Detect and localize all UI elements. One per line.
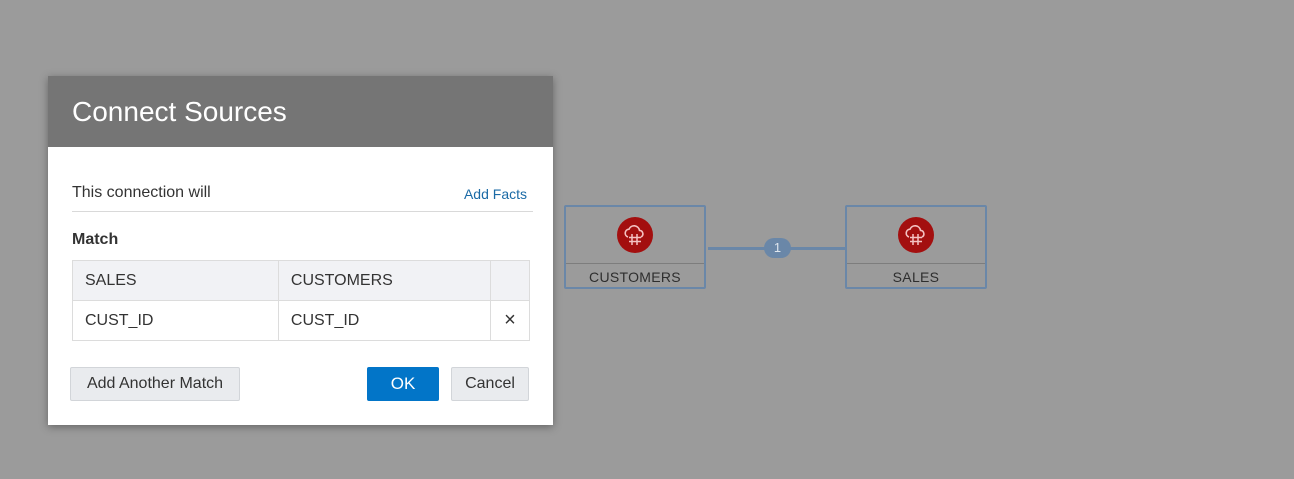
source-node-customers[interactable]: CUSTOMERS <box>564 205 706 289</box>
ok-button[interactable]: OK <box>367 367 439 401</box>
node-icon-area <box>847 207 985 264</box>
node-label: SALES <box>892 269 940 285</box>
column-header-actions <box>489 260 531 301</box>
cloud-database-icon <box>898 217 934 253</box>
remove-match-cell: × <box>489 300 531 341</box>
table-header-row: SALES CUSTOMERS <box>72 260 531 301</box>
column-header-customers: CUSTOMERS <box>277 260 491 301</box>
match-right-column[interactable]: CUST_ID <box>277 300 491 341</box>
match-left-column[interactable]: CUST_ID <box>72 300 279 341</box>
connect-sources-dialog: Connect Sources This connection will Add… <box>48 76 553 425</box>
node-icon-area <box>566 207 704 264</box>
add-another-match-button[interactable]: Add Another Match <box>70 367 240 401</box>
match-heading: Match <box>72 231 119 248</box>
table-row: CUST_ID CUST_ID × <box>72 300 531 341</box>
source-node-sales[interactable]: SALES <box>845 205 987 289</box>
dialog-body: This connection will Add Facts Match SAL… <box>48 147 553 341</box>
connection-row: This connection will Add Facts <box>72 147 533 212</box>
column-header-sales: SALES <box>72 260 279 301</box>
dialog-title: Connect Sources <box>72 95 287 127</box>
dialog-header: Connect Sources <box>48 76 553 147</box>
add-facts-link[interactable]: Add Facts <box>464 186 527 202</box>
join-count-badge[interactable]: 1 <box>764 238 791 258</box>
match-table: SALES CUSTOMERS CUST_ID CUST_ID × <box>72 260 531 341</box>
close-icon[interactable]: × <box>504 309 516 331</box>
cloud-database-icon <box>617 217 653 253</box>
dialog-footer: Add Another Match OK Cancel <box>70 367 529 401</box>
cancel-button[interactable]: Cancel <box>451 367 529 401</box>
connection-description: This connection will <box>72 184 211 201</box>
node-label: CUSTOMERS <box>589 269 681 285</box>
